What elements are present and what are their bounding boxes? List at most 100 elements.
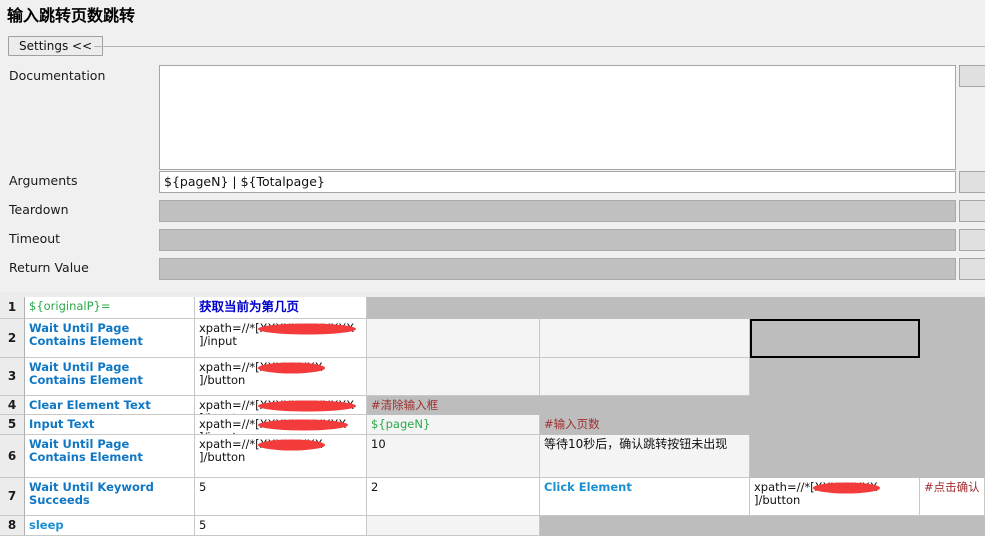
keyword-editor-window: 输入跳转页数跳转 Settings << Documentation Argume… — [0, 0, 985, 536]
grid-cell-r1-c6[interactable] — [920, 297, 985, 319]
grid-cell-r8-c5[interactable] — [750, 516, 920, 536]
settings-field-3 — [159, 229, 956, 251]
grid-cell-r5-c3[interactable]: ${pageN} — [367, 415, 540, 435]
grid-cell-r8-c1[interactable]: sleep — [25, 516, 195, 536]
grid-cell-r5-c5[interactable] — [750, 415, 920, 435]
table-row[interactable]: 6 Wait Until Page Contains Element xpath=/… — [0, 435, 985, 478]
table-row[interactable]: 8 sleep 5 — [0, 516, 985, 536]
settings-label-4: Return Value — [9, 260, 89, 275]
table-row[interactable]: 3 Wait Until Page Contains Element xpath=/… — [0, 358, 985, 396]
grid-cell-r4-c4[interactable] — [540, 396, 750, 415]
grid-cell-r2-c1[interactable]: Wait Until Page Contains Element — [25, 319, 195, 358]
grid-cell-r5-c6[interactable] — [920, 415, 985, 435]
grid-cell-r1-c5[interactable] — [750, 297, 920, 319]
settings-field-button-1[interactable] — [959, 171, 985, 193]
grid-cell-r4-c2[interactable]: xpath=//*[XXXXXXXXXXXX]/input — [195, 396, 367, 415]
row-number: 1 — [0, 297, 25, 319]
grid-cell-r4-c1[interactable]: Clear Element Text — [25, 396, 195, 415]
grid-cell-r3-c4[interactable] — [540, 358, 750, 396]
grid-cell-r7-c6[interactable]: #点击确认 — [920, 478, 985, 516]
grid-cell-r4-c5[interactable] — [750, 396, 920, 415]
redaction-overlay: XXXXXXXXXXX — [259, 417, 347, 431]
row-number: 8 — [0, 516, 25, 536]
grid-cell-r7-c3[interactable]: 2 — [367, 478, 540, 516]
cell-text: #清除输入框 — [371, 398, 439, 412]
row-number: 5 — [0, 415, 25, 435]
grid-cell-r8-c2[interactable]: 5 — [195, 516, 367, 536]
table-row[interactable]: 1 ${originalP}= 获取当前为第几页 — [0, 297, 985, 319]
cell-text: Wait Until Page Contains Element — [29, 321, 143, 348]
table-row[interactable]: 7 Wait Until Keyword Succeeds 5 2 Click Elem… — [0, 478, 985, 516]
grid-cell-r7-c5[interactable]: xpath=//*[XXXXXXXX]/button — [750, 478, 920, 516]
table-row[interactable]: 5 Input Text xpath=//*[XXXXXXXXXXX]/input $… — [0, 415, 985, 435]
grid-cell-r1-c1[interactable]: ${originalP}= — [25, 297, 195, 319]
settings-field-button-2[interactable] — [959, 200, 985, 222]
grid-cell-r1-c2[interactable]: 获取当前为第几页 — [195, 297, 367, 319]
row-number: 2 — [0, 319, 25, 358]
row-number: 6 — [0, 435, 25, 478]
grid-cell-r2-c4[interactable] — [540, 319, 750, 358]
settings-field-button-0[interactable] — [959, 65, 985, 87]
settings-field-button-3[interactable] — [959, 229, 985, 251]
table-row[interactable]: 4 Clear Element Text xpath=//*[XXXXXXXXXXX… — [0, 396, 985, 415]
grid-cell-r4-c3[interactable]: #清除输入框 — [367, 396, 540, 415]
redaction-overlay: XXXXXXXXXXXX — [259, 321, 355, 335]
settings-field-1[interactable]: ${pageN} | ${Totalpage} — [159, 171, 956, 193]
table-row[interactable]: 2 Wait Until Page Contains Element xpath=/… — [0, 319, 985, 358]
settings-label-3: Timeout — [9, 231, 61, 246]
grid-cell-r2-c3[interactable] — [367, 319, 540, 358]
cell-text-prefix: xpath=//*[ — [199, 437, 260, 451]
cell-text: Input Text — [29, 417, 95, 431]
grid-cell-r8-c4[interactable] — [540, 516, 750, 536]
grid-cell-r5-c1[interactable]: Input Text — [25, 415, 195, 435]
redaction-overlay: XXXXXXXX — [814, 480, 878, 494]
grid-cell-r5-c2[interactable]: xpath=//*[XXXXXXXXXXX]/input — [195, 415, 367, 435]
settings-label-2: Teardown — [9, 202, 69, 217]
cell-text: ${originalP}= — [29, 299, 111, 313]
grid-cell-r2-c5[interactable] — [750, 319, 920, 358]
cell-text-suffix: ]/input — [199, 334, 237, 348]
cell-text: ${pageN} — [371, 417, 431, 431]
grid-cell-r3-c5[interactable] — [750, 358, 920, 396]
grid-cell-r8-c3[interactable] — [367, 516, 540, 536]
cell-text: 5 — [199, 518, 207, 532]
grid-cell-r6-c2[interactable]: xpath=//*[XXXXXXXX]/button — [195, 435, 367, 478]
grid-cell-r7-c4[interactable]: Click Element — [540, 478, 750, 516]
grid-cell-r7-c1[interactable]: Wait Until Keyword Succeeds — [25, 478, 195, 516]
settings-toggle-button[interactable]: Settings << — [8, 36, 104, 56]
cell-text-prefix: xpath=//*[ — [199, 321, 260, 335]
cell-text-prefix: xpath=//*[ — [199, 398, 260, 412]
grid-cell-r5-c4[interactable]: #输入页数 — [540, 415, 750, 435]
cell-text: #点击确认 — [924, 480, 980, 494]
grid-cell-r7-c2[interactable]: 5 — [195, 478, 367, 516]
grid-cell-r6-c1[interactable]: Wait Until Page Contains Element — [25, 435, 195, 478]
cell-text-prefix: xpath=//*[ — [199, 417, 260, 431]
grid-cell-r6-c6[interactable] — [920, 435, 985, 478]
grid-cell-r1-c3[interactable] — [367, 297, 540, 319]
grid-cell-r6-c4[interactable]: 等待10秒后，确认跳转按钮未出现 — [540, 435, 750, 478]
grid-cell-r4-c6[interactable] — [920, 396, 985, 415]
cell-text: Wait Until Keyword Succeeds — [29, 480, 154, 507]
settings-field-0[interactable] — [159, 65, 956, 170]
grid-cell-r8-c6[interactable] — [920, 516, 985, 536]
grid-cell-r1-c4[interactable] — [540, 297, 750, 319]
grid-cell-r6-c3[interactable]: 10 — [367, 435, 540, 478]
row-number: 7 — [0, 478, 25, 516]
cell-text: 5 — [199, 480, 207, 494]
grid-cell-r6-c5[interactable] — [750, 435, 920, 478]
settings-field-button-4[interactable] — [959, 258, 985, 280]
redaction-overlay: XXXXXXXX — [259, 437, 323, 451]
grid-cell-r2-c2[interactable]: xpath=//*[XXXXXXXXXXXX ]/input — [195, 319, 367, 358]
cell-text: #输入页数 — [544, 417, 600, 431]
page-title: 输入跳转页数跳转 — [7, 6, 136, 25]
grid-cell-r3-c3[interactable] — [367, 358, 540, 396]
test-step-grid[interactable]: 1 ${originalP}= 获取当前为第几页 2 Wait Until Page C… — [0, 292, 985, 536]
grid-cell-r3-c6[interactable] — [920, 358, 985, 396]
grid-cell-r3-c2[interactable]: xpath=//*[XXXXXXXX]/button — [195, 358, 367, 396]
settings-toggle-row: Settings << — [0, 33, 985, 60]
cell-text: 等待10秒后，确认跳转按钮未出现 — [544, 437, 728, 451]
redaction-overlay: XXXXXXXX — [259, 360, 323, 374]
grid-cell-r2-c6[interactable] — [920, 319, 985, 358]
grid-cell-r3-c1[interactable]: Wait Until Page Contains Element — [25, 358, 195, 396]
cell-text-suffix: ]/button — [199, 373, 246, 387]
